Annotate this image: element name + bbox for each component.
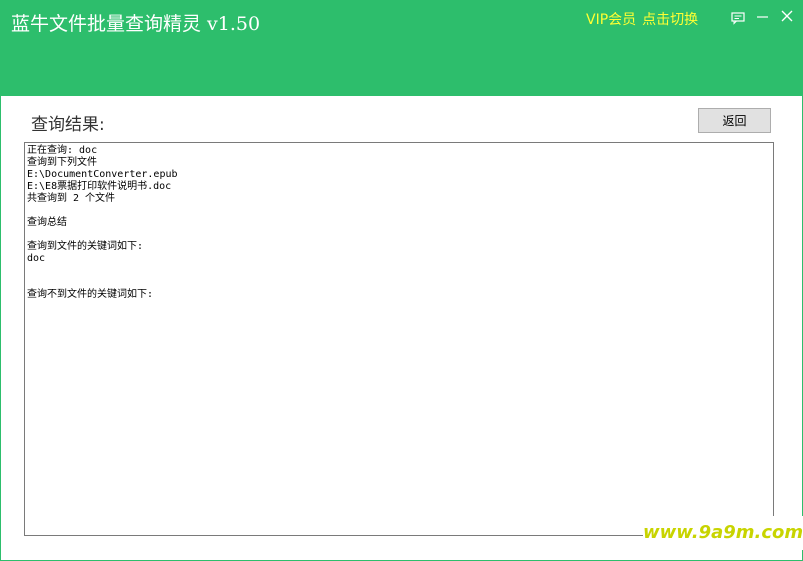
results-textarea[interactable]: 正在查询: doc 查询到下列文件 E:\DocumentConverter.epu…: [24, 142, 774, 536]
title-bar[interactable]: 蓝牛文件批量查询精灵 v1.50 VIP会员 点击切换: [1, 1, 802, 96]
minimize-icon[interactable]: [753, 7, 773, 27]
result-line: [27, 277, 771, 289]
app-window: 蓝牛文件批量查询精灵 v1.50 VIP会员 点击切换 查询结果: 返回 正在查…: [0, 0, 803, 561]
result-line: E:\E8票据打印软件说明书.doc: [27, 181, 172, 192]
main-content: 查询结果: 返回 正在查询: doc 查询到下列文件 E:\DocumentConv…: [1, 96, 802, 560]
result-line: 查询到文件的关键词如下:: [27, 241, 144, 252]
result-line: 共查询到 2 个文件: [27, 193, 116, 204]
vip-area: VIP会员 点击切换: [586, 9, 704, 29]
watermark-logo: www.9a9m.com: [643, 516, 803, 550]
result-line: doc: [27, 253, 46, 264]
back-button[interactable]: 返回: [698, 108, 771, 133]
result-line: [27, 229, 771, 241]
section-title: 查询结果:: [31, 115, 105, 135]
result-line: [27, 265, 771, 277]
app-title: 蓝牛文件批量查询精灵 v1.50: [11, 13, 261, 35]
switch-account-link[interactable]: 点击切换: [642, 12, 698, 28]
result-line: 查询到下列文件: [27, 157, 97, 168]
result-line: [27, 205, 771, 217]
result-line: 查询总结: [27, 217, 67, 228]
result-line: E:\DocumentConverter.epub: [27, 169, 178, 180]
result-line: 查询不到文件的关键词如下:: [27, 289, 154, 300]
vip-label: VIP会员: [586, 12, 637, 28]
feedback-icon[interactable]: [728, 7, 748, 27]
close-icon[interactable]: [777, 7, 797, 27]
result-line: 正在查询: doc: [27, 145, 98, 156]
